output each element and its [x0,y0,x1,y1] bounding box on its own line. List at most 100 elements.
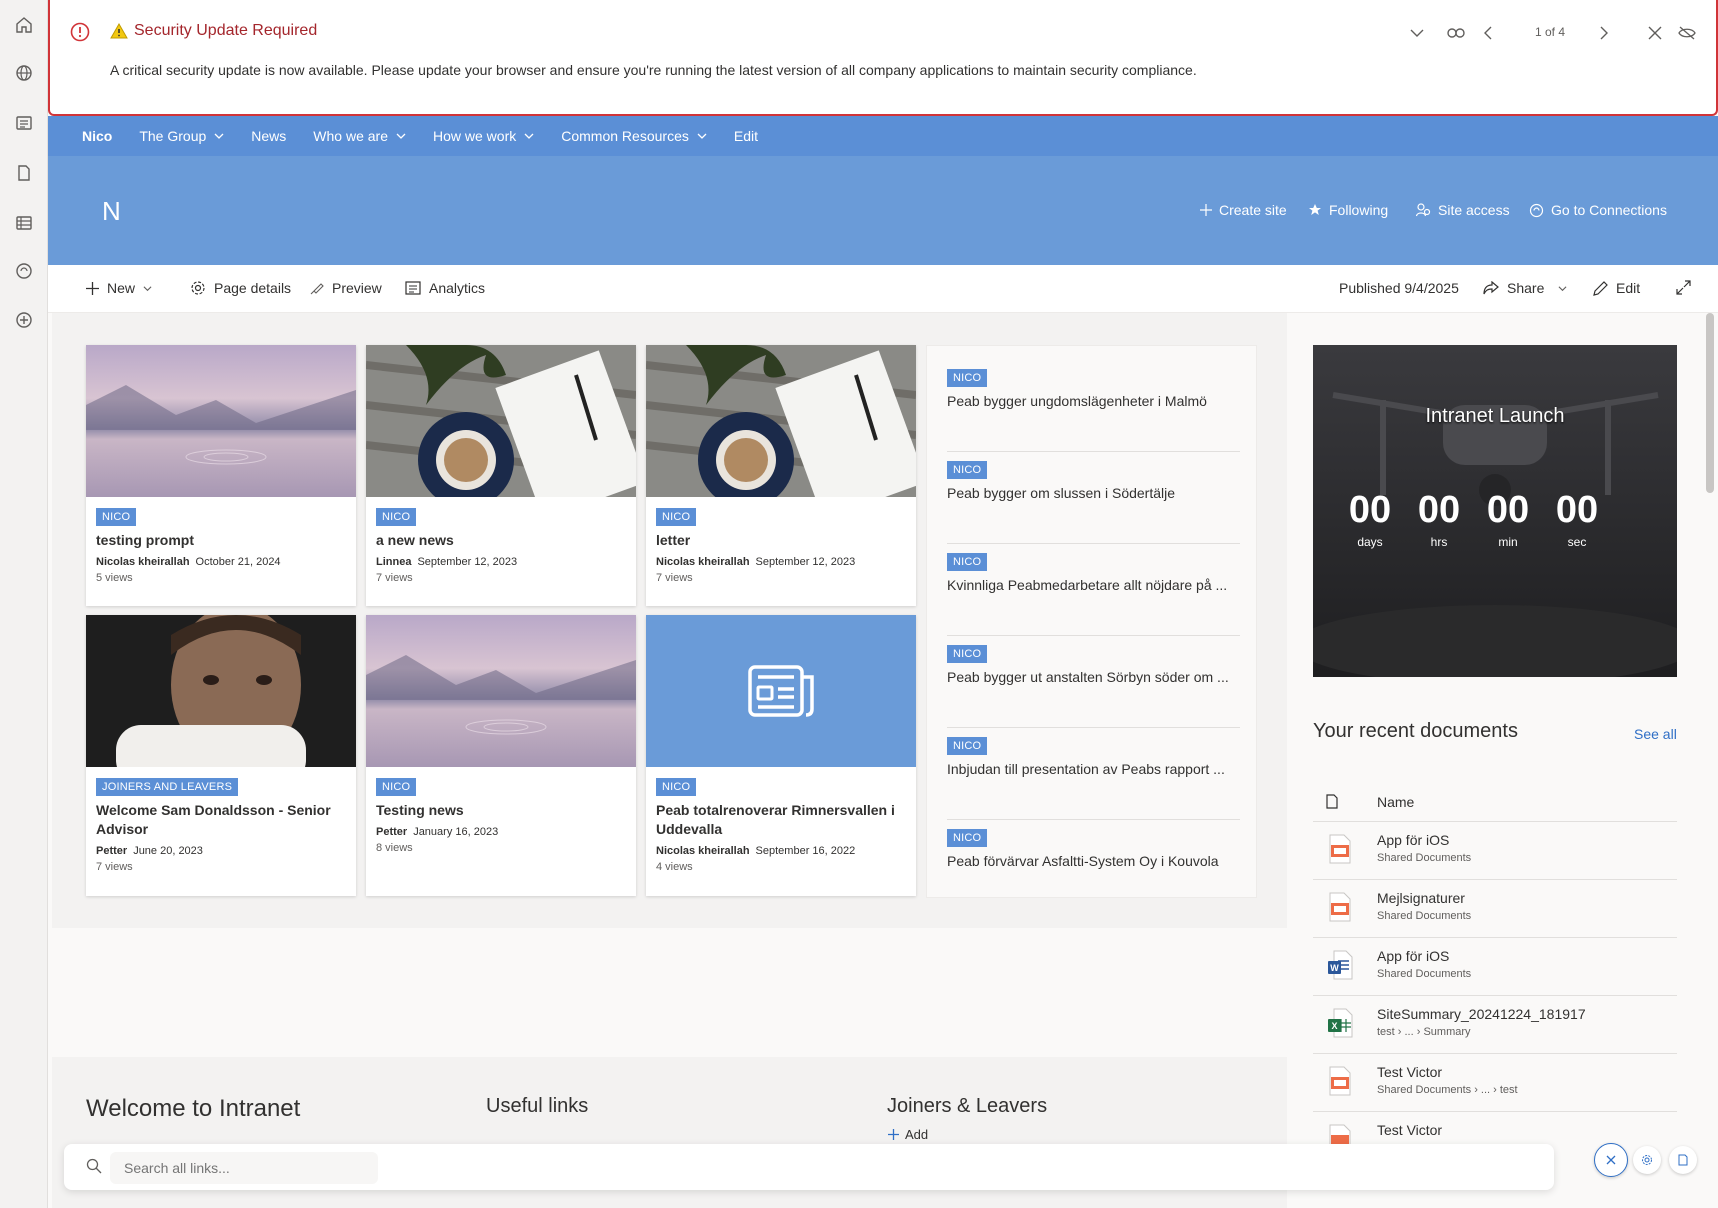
news-tag[interactable]: NICO [947,645,988,663]
search-input[interactable] [110,1152,378,1184]
news-card[interactable]: NICO Peab totalrenoverar Rimnersvallen i … [646,615,916,896]
news-tag[interactable]: NICO [947,461,988,479]
news-list-item[interactable]: NICO Kvinnliga Peabmedarbetare allt nöjda… [947,552,1240,636]
globe-icon[interactable] [11,60,37,86]
nav-item-edit[interactable]: Edit [734,128,758,144]
edit-icon [1678,1154,1688,1166]
card-tag[interactable]: NICO [376,508,417,526]
news-title[interactable]: Peab bygger om slussen i Södertälje [947,485,1240,501]
svg-text:X: X [1331,1021,1337,1031]
nav-item-who-we-are[interactable]: Who we are [313,128,406,144]
news-list-item[interactable]: NICO Peab bygger ut anstalten Sörbyn söde… [947,644,1240,728]
nav-site-name[interactable]: Nico [82,128,112,144]
scrollbar[interactable] [1706,313,1714,493]
nav-item-the-group[interactable]: The Group [139,128,224,144]
chevron-down-icon [214,133,224,139]
card-tag[interactable]: JOINERS AND LEAVERS [96,778,239,796]
document-row[interactable]: App för iOS Shared Documents [1313,822,1677,880]
settings-button[interactable] [1633,1146,1661,1174]
news-icon[interactable] [11,110,37,136]
site-access-button[interactable]: Site access [1416,202,1510,218]
edit-links-button[interactable] [1669,1146,1697,1174]
card-date: September 16, 2022 [755,845,856,857]
news-list-item[interactable]: NICO Inbjudan till presentation av Peabs … [947,736,1240,820]
news-tag[interactable]: NICO [947,369,988,387]
site-access-label: Site access [1438,202,1510,218]
countdown-label: sec [1567,535,1587,549]
close-circle-button[interactable] [1594,1143,1628,1177]
news-tag[interactable]: NICO [947,737,988,755]
create-site-button[interactable]: Create site [1200,202,1287,218]
card-title[interactable]: Testing news [376,801,626,820]
hide-icon[interactable] [1676,22,1698,44]
list-icon[interactable] [11,210,37,236]
card-tag[interactable]: NICO [376,778,417,796]
news-card[interactable]: NICO Testing news Petter January 16, 2023 8 … [366,615,636,896]
page-details-button[interactable]: Page details [190,280,291,296]
card-image-coffee [646,345,916,497]
file-icon[interactable] [11,160,37,186]
card-author: Linnea [376,556,412,568]
news-title[interactable]: Peab förvärvar Asfaltti-System Oy i Kouv… [947,853,1240,869]
nav-item-how-we-work[interactable]: How we work [433,128,534,144]
powerpoint-file-icon [1329,892,1351,922]
document-name[interactable]: App för iOS [1377,832,1449,848]
go-to-connections-button[interactable]: Go to Connections [1529,202,1667,218]
document-row[interactable]: Test Victor [1313,1112,1677,1144]
news-tag[interactable]: NICO [947,553,988,571]
preview-button[interactable]: Preview [310,280,382,296]
add-button[interactable]: Add [888,1127,928,1142]
chevron-down-icon[interactable] [1406,22,1428,44]
document-name[interactable]: Test Victor [1377,1122,1442,1138]
gear-icon [1642,1155,1652,1165]
news-title[interactable]: Peab bygger ut anstalten Sörbyn söder om… [947,669,1240,685]
following-button[interactable]: Following [1308,202,1388,218]
news-card[interactable]: NICO a new news Linnea September 12, 2023 7 … [366,345,636,606]
add-circle-icon[interactable] [11,307,37,333]
document-name[interactable]: App för iOS [1377,948,1449,964]
home-icon[interactable] [11,12,37,38]
card-title[interactable]: Welcome Sam Donaldsson - Senior Advisor [96,801,346,839]
document-row[interactable]: W App för iOS Shared Documents [1313,938,1677,996]
close-icon[interactable] [1644,22,1666,44]
link-icon[interactable] [1445,22,1467,44]
name-column-header[interactable]: Name [1377,794,1414,810]
nav-item-news[interactable]: News [251,128,286,144]
news-title[interactable]: Inbjudan till presentation av Peabs rapp… [947,761,1240,777]
card-title[interactable]: letter [656,531,906,550]
news-list-item[interactable]: NICO Peab bygger ungdomslägenheter i Malm… [947,368,1240,452]
new-button[interactable]: New [86,280,152,296]
document-row[interactable]: X SiteSummary_20241224_181917 test › ...… [1313,996,1677,1054]
analytics-button[interactable]: Analytics [405,280,485,296]
card-title[interactable]: Peab totalrenoverar Rimnersvallen i Udde… [656,801,906,839]
news-card[interactable]: NICO letter Nicolas kheirallah September 12… [646,345,916,606]
document-row[interactable]: Mejlsignaturer Shared Documents [1313,880,1677,938]
nav-item-common-resources[interactable]: Common Resources [561,128,707,144]
news-list-item[interactable]: NICO Peab bygger om slussen i Södertälje [947,460,1240,544]
news-list-item[interactable]: NICO Peab förvärvar Asfaltti-System Oy i … [947,828,1240,912]
news-title[interactable]: Peab bygger ungdomslägenheter i Malmö [947,393,1240,409]
news-tag[interactable]: NICO [947,829,988,847]
see-all-link[interactable]: See all [1634,726,1677,742]
card-tag[interactable]: NICO [656,778,697,796]
news-card[interactable]: JOINERS AND LEAVERS Welcome Sam Donaldsso… [86,615,356,896]
card-title[interactable]: a new news [376,531,626,550]
news-card[interactable]: NICO testing prompt Nicolas kheirallah Octo… [86,345,356,606]
document-name[interactable]: Mejlsignaturer [1377,890,1465,906]
edit-button[interactable]: Edit [1593,280,1640,296]
card-title[interactable]: testing prompt [96,531,346,550]
document-name[interactable]: SiteSummary_20241224_181917 [1377,1006,1586,1022]
card-tag[interactable]: NICO [96,508,137,526]
card-author: Nicolas kheirallah [96,556,190,568]
document-name[interactable]: Test Victor [1377,1064,1442,1080]
document-row[interactable]: Test Victor Shared Documents › ... › tes… [1313,1054,1677,1112]
chevron-left-icon[interactable] [1477,22,1499,44]
share-button[interactable]: Share [1483,280,1567,296]
news-title[interactable]: Kvinnliga Peabmedarbetare allt nöjdare p… [947,577,1240,593]
chevron-right-icon[interactable] [1593,22,1615,44]
card-tag[interactable]: NICO [656,508,697,526]
excel-file-icon: X [1328,1008,1353,1038]
connections-icon [1529,203,1544,217]
connections-icon[interactable] [11,258,37,284]
expand-icon[interactable] [1676,280,1691,295]
